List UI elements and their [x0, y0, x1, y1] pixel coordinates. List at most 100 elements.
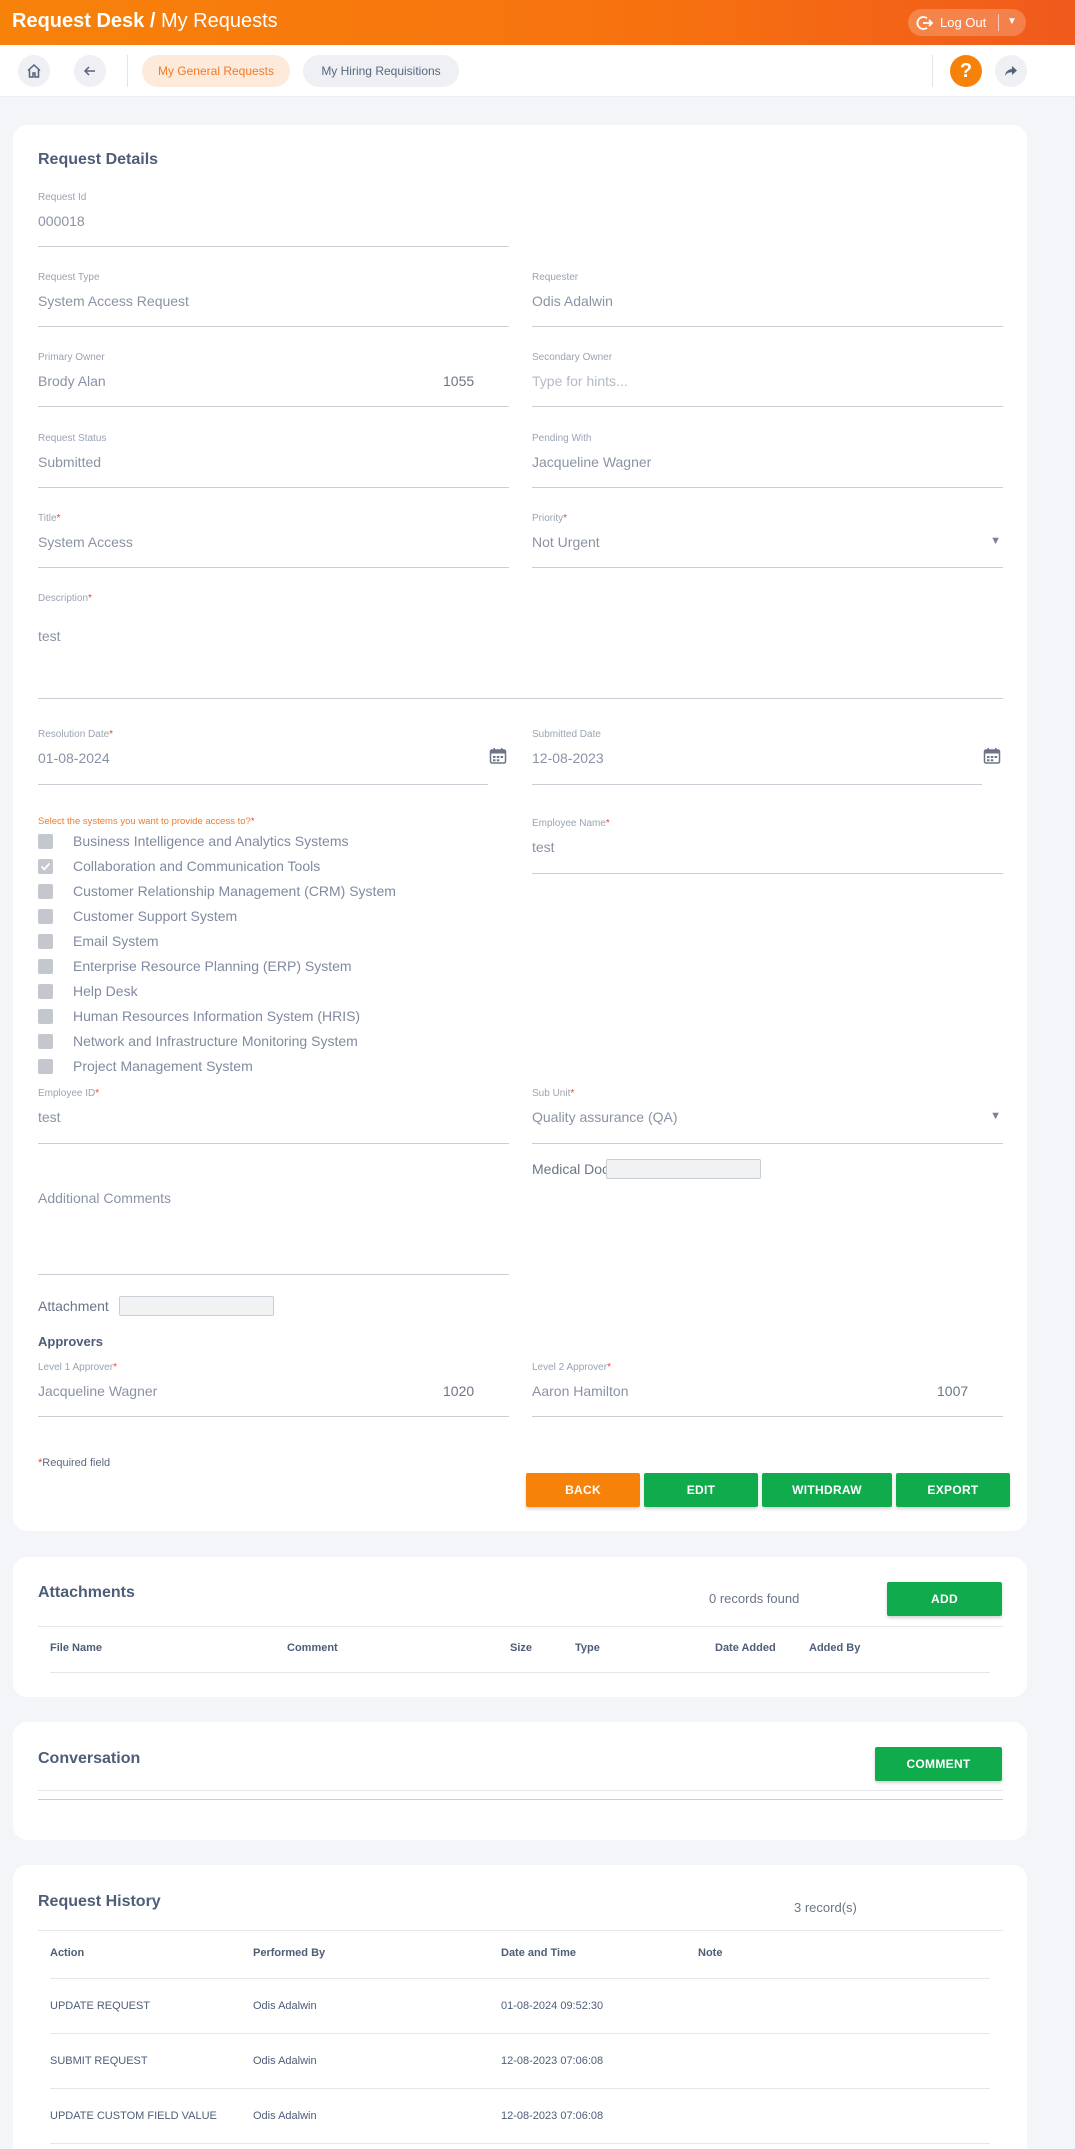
system-checkbox[interactable]: Email System: [38, 931, 159, 951]
field-underline: [532, 567, 1003, 568]
checkbox[interactable]: [38, 883, 53, 899]
field-value: test: [532, 839, 555, 855]
share-button[interactable]: [995, 55, 1027, 87]
field-underline: [532, 1416, 1003, 1417]
divider: [50, 1978, 990, 1979]
level1-approver-field[interactable]: Level 1 Approver* Jacqueline Wagner 1020: [38, 1362, 509, 1417]
app-name: Request Desk: [12, 10, 145, 32]
checkmark-icon: [40, 862, 51, 871]
system-checkbox[interactable]: Business Intelligence and Analytics Syst…: [38, 831, 348, 851]
conversation-input-line[interactable]: [38, 1799, 1003, 1800]
checkbox[interactable]: [38, 908, 53, 924]
field-value: Jacqueline Wagner: [38, 1383, 158, 1399]
section-name: My Requests: [160, 10, 278, 32]
field-label: Level 1 Approver*: [38, 1362, 117, 1373]
field-value: System Access Request: [38, 293, 189, 309]
secondary-owner-input[interactable]: Secondary Owner Type for hints...: [532, 352, 1003, 407]
chevron-down-icon[interactable]: ▼: [1007, 16, 1017, 27]
checkbox[interactable]: [38, 958, 53, 974]
help-button[interactable]: ?: [950, 55, 982, 87]
divider: [50, 2033, 990, 2034]
field-label: Level 2 Approver*: [532, 1362, 611, 1373]
additional-comments-textarea[interactable]: Additional Comments: [38, 1190, 509, 1275]
field-underline: [38, 698, 1003, 699]
field-label: Employee Name*: [532, 818, 610, 829]
back-button[interactable]: BACK: [526, 1473, 640, 1507]
checkbox-label: Collaboration and Communication Tools: [73, 858, 321, 874]
checkbox[interactable]: [38, 833, 53, 849]
tab-my-hiring-requisitions[interactable]: My Hiring Requisitions: [303, 55, 459, 87]
checkbox[interactable]: [38, 933, 53, 949]
withdraw-button[interactable]: WITHDRAW: [762, 1473, 892, 1507]
column-header: Size: [510, 1642, 533, 1654]
home-button[interactable]: [18, 55, 50, 87]
back-arrow-button[interactable]: [74, 55, 106, 87]
owner-id: 1055: [443, 373, 475, 389]
attachment-file-input[interactable]: [119, 1296, 274, 1316]
approver-id: 1020: [443, 1383, 475, 1399]
add-attachment-button[interactable]: ADD: [887, 1582, 1002, 1616]
column-header: Date Added: [715, 1642, 776, 1654]
calendar-icon[interactable]: [489, 747, 507, 765]
level2-approver-field[interactable]: Level 2 Approver* Aaron Hamilton 1007: [532, 1362, 1003, 1417]
system-checkbox[interactable]: Enterprise Resource Planning (ERP) Syste…: [38, 956, 352, 976]
employee-id-input[interactable]: Employee ID* test: [38, 1088, 509, 1144]
calendar-icon[interactable]: [983, 747, 1001, 765]
divider: [50, 2143, 990, 2144]
app-title: Request Desk / My Requests: [12, 10, 278, 33]
description-textarea[interactable]: Description* test: [38, 593, 1003, 699]
field-label: Description*: [38, 593, 92, 604]
field-value: 000018: [38, 213, 85, 229]
system-checkbox[interactable]: Help Desk: [38, 981, 138, 1001]
history-action: UPDATE CUSTOM FIELD VALUE: [50, 2110, 217, 2122]
system-checkbox[interactable]: Customer Relationship Management (CRM) S…: [38, 881, 396, 901]
checkbox[interactable]: [38, 1033, 53, 1049]
title-input[interactable]: Title* System Access: [38, 513, 509, 568]
resolution-date-input[interactable]: Resolution Date* 01-08-2024: [38, 729, 488, 785]
home-icon: [27, 63, 41, 78]
system-checkbox[interactable]: Project Management System: [38, 1056, 253, 1076]
history-record-count: 3 record(s): [794, 1900, 857, 1915]
field-value: Not Urgent: [532, 534, 600, 550]
employee-name-input[interactable]: Employee Name* test: [532, 818, 1003, 874]
field-underline: [38, 326, 509, 327]
field-placeholder: Type for hints...: [532, 373, 628, 389]
checkbox[interactable]: [38, 983, 53, 999]
field-value: test: [38, 628, 61, 644]
system-checkbox[interactable]: Collaboration and Communication Tools: [38, 856, 320, 876]
system-checkbox[interactable]: Human Resources Information System (HRIS…: [38, 1006, 360, 1026]
checkbox-checked[interactable]: [38, 858, 53, 874]
comment-button[interactable]: COMMENT: [875, 1747, 1002, 1781]
tab-my-general-requests[interactable]: My General Requests: [142, 55, 290, 87]
nav-divider: [932, 55, 933, 87]
export-button[interactable]: EXPORT: [896, 1473, 1010, 1507]
field-value: Submitted: [38, 454, 102, 470]
checkbox[interactable]: [38, 1008, 53, 1024]
field-underline: [532, 406, 1003, 407]
column-header: Date and Time: [501, 1947, 576, 1959]
field-value: Odis Adalwin: [532, 293, 613, 309]
edit-button[interactable]: EDIT: [644, 1473, 758, 1507]
field-label: Request Status: [38, 433, 107, 444]
history-performed-by: Odis Adalwin: [253, 2110, 317, 2122]
field-value: Brody Alan: [38, 373, 106, 389]
submitted-date-field: Submitted Date 12-08-2023: [532, 729, 982, 785]
priority-select[interactable]: Priority* Not Urgent ▼: [532, 513, 1003, 568]
system-checkbox[interactable]: Customer Support System: [38, 906, 237, 926]
primary-owner-field[interactable]: Primary Owner Brody Alan 1055: [38, 352, 509, 407]
attachment-label: Attachment: [38, 1298, 109, 1314]
logout-button[interactable]: Log Out ▼: [908, 9, 1026, 36]
request-id-field: Request Id 000018: [38, 192, 509, 247]
field-underline: [532, 1143, 1003, 1144]
field-label: Primary Owner: [38, 352, 105, 363]
field-value: test: [38, 1109, 61, 1125]
history-datetime: 12-08-2023 07:06:08: [501, 2110, 604, 2122]
sub-unit-select[interactable]: Sub Unit* Quality assurance (QA) ▼: [532, 1088, 1003, 1144]
medical-doc-file-input[interactable]: [606, 1159, 761, 1179]
system-checkbox[interactable]: Network and Infrastructure Monitoring Sy…: [38, 1031, 358, 1051]
field-underline: [38, 246, 509, 247]
field-label: Request Type: [38, 272, 100, 283]
checkbox[interactable]: [38, 1058, 53, 1074]
field-underline: [38, 1416, 509, 1417]
top-bar: Request Desk / My Requests Log Out ▼: [0, 0, 1075, 45]
